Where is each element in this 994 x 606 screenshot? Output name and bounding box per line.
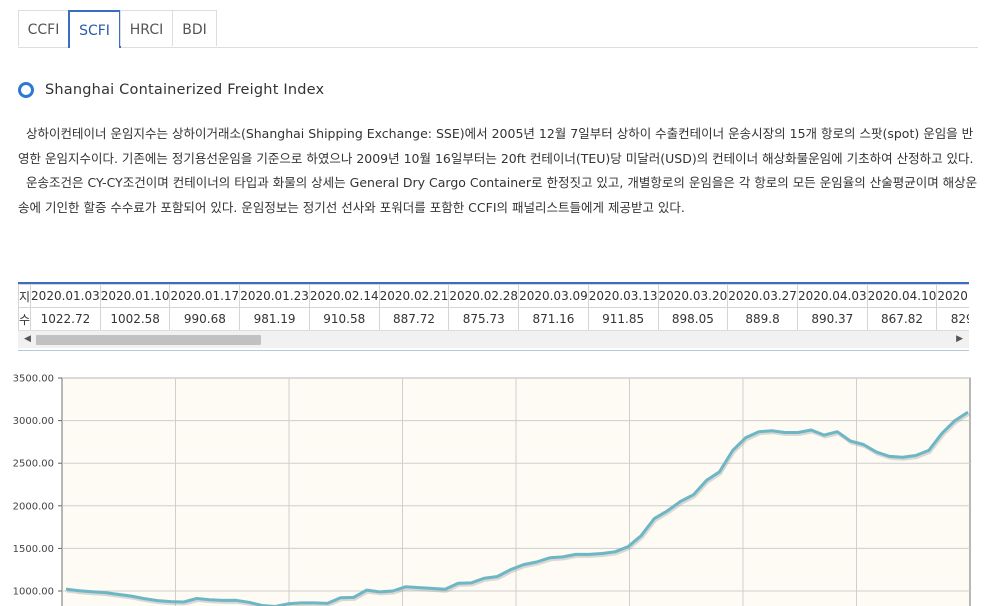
date-cell: 2020.04.10 [866,284,938,308]
value-cell: 990.68 [169,307,241,331]
date-cell: 2020.03.09 [518,284,589,308]
value-cell: 910.58 [308,307,380,331]
date-cell: 2020.01.23 [239,284,310,308]
index-table: 지 2020.01.03 2020.01.10 2020.01.17 2020.01.… [18,284,969,331]
section-heading: Shanghai Containerized Freight Index [18,80,324,100]
value-cell: 1002.58 [99,307,171,331]
scroll-left-icon[interactable]: ◀ [24,334,31,344]
value-cell: 898.05 [657,307,729,331]
y-tick-label: 1000.00 [13,587,54,598]
date-cell: 2020.02.14 [308,284,380,308]
y-axis: 3500.00 3000.00 2500.00 2000.00 1500.00 1000.… [13,374,62,598]
section-title: Shanghai Containerized Freight Index [45,82,325,98]
index-table-container[interactable]: 지 2020.01.03 2020.01.10 2020.01.17 2020.01.… [18,282,969,351]
tab-ccfi[interactable]: CCFI [18,10,69,46]
value-cell: 871.16 [518,307,589,331]
scfi-line-chart: 3500.00 3000.00 2500.00 2000.00 1500.00 1000.… [13,374,971,606]
tab-bdi[interactable]: BDI [172,10,217,46]
value-cell: 890.37 [796,307,868,331]
date-cell: 2020.02.28 [448,284,520,308]
value-cell: 889.8 [727,307,798,331]
value-row: 수 1022.72 1002.58 990.68 981.19 910.58 887.72… [18,307,969,331]
value-cell: 867.82 [866,307,938,331]
horizontal-scrollbar[interactable]: ◀ ▶ [18,330,969,348]
circle-bullet-icon [18,82,34,98]
date-row: 지 2020.01.03 2020.01.10 2020.01.17 2020.01.… [18,284,969,308]
row-header-date: 지 [18,284,32,308]
value-cell: 911.85 [587,307,659,331]
scroll-right-icon[interactable]: ▶ [956,334,963,344]
y-tick-label: 1500.00 [13,544,54,555]
tab-scfi[interactable]: SCFI [68,10,121,48]
date-cell: 2020.04.17 [936,284,969,308]
description: 상하이컨테이너 운임지수는 상하이거래소(Shanghai Shipping E… [18,122,978,220]
value-cell: 1022.72 [30,307,101,331]
row-header-value: 수 [18,307,32,331]
index-tabs: CCFI SCFI HRCI BDI [18,10,978,48]
y-tick-label: 2000.00 [13,501,54,512]
date-cell: 2020.03.20 [657,284,729,308]
value-cell: 981.19 [239,307,310,331]
date-cell: 2020.01.17 [169,284,241,308]
date-cell: 2020.01.03 [30,284,101,308]
description-paragraph-1: 상하이컨테이너 운임지수는 상하이거래소(Shanghai Shipping E… [18,126,974,166]
y-tick-label: 2500.00 [13,459,54,470]
y-tick-label: 3500.00 [13,374,54,385]
value-cell: 875.73 [448,307,520,331]
y-tick-label: 3000.00 [13,416,54,427]
date-cell: 2020.03.27 [727,284,798,308]
date-cell: 2020.02.21 [378,284,450,308]
tab-hrci[interactable]: HRCI [120,10,173,46]
date-cell: 2020.01.10 [99,284,171,308]
description-paragraph-2: 운송조건은 CY-CY조건이며 컨테이너의 타입과 화물의 상세는 Genera… [18,175,978,215]
date-cell: 2020.04.03 [796,284,868,308]
value-cell: 887.72 [378,307,450,331]
value-cell: 829.29 [936,307,969,331]
scrollbar-thumb[interactable] [36,335,261,345]
date-cell: 2020.03.13 [587,284,659,308]
